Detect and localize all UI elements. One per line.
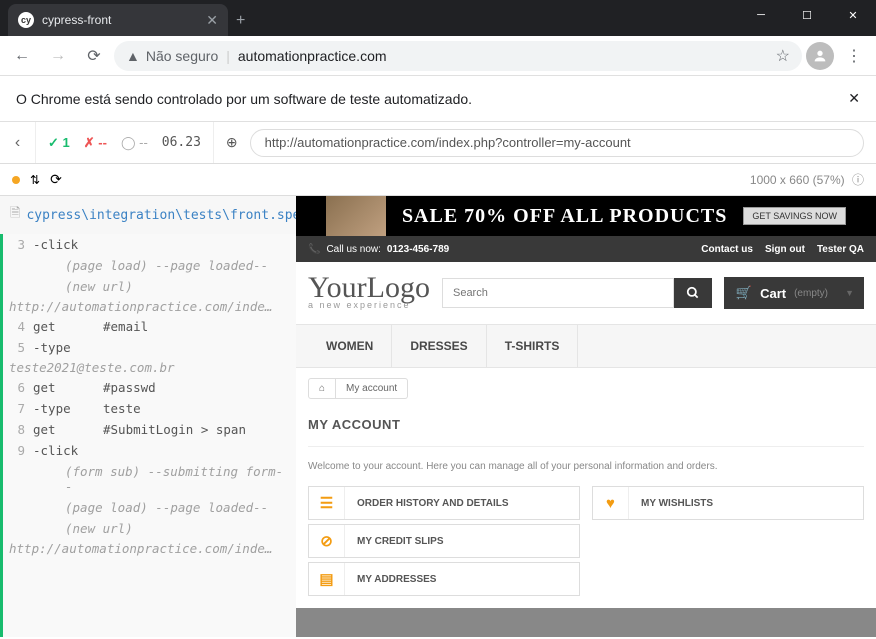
account-link-icon: ▤	[309, 563, 345, 595]
cypress-command-log: 🗎 cypress\integration\tests\front.spec.j…	[0, 196, 296, 637]
log-command[interactable]: 5-type	[3, 337, 296, 358]
log-event[interactable]: (form sub) --submitting form--	[3, 461, 296, 497]
nav-item[interactable]: T-SHIRTS	[487, 325, 579, 367]
log-command[interactable]: 9-click	[3, 440, 296, 461]
profile-avatar[interactable]	[806, 42, 834, 70]
browser-toolbar: ← → ⟳ ▲ Não seguro | automationpractice.…	[0, 36, 876, 76]
log-url[interactable]: http://automationpractice.com/inde…	[3, 539, 296, 558]
log-url[interactable]: http://automationpractice.com/inde…	[3, 297, 296, 316]
browser-menu-button[interactable]: ⋮	[838, 46, 870, 66]
nav-item[interactable]: DRESSES	[392, 325, 486, 367]
site-header: YourLogo a new experience 🛒 Cart (empty)…	[296, 262, 876, 324]
cypress-back-button[interactable]: ‹	[0, 122, 36, 163]
log-event[interactable]: (page load) --page loaded--	[3, 497, 296, 518]
search-button[interactable]	[674, 278, 712, 308]
page-title: MY ACCOUNT	[308, 409, 864, 447]
log-command[interactable]: 4get#email	[3, 316, 296, 337]
breadcrumb: ⌂ My account	[296, 368, 876, 409]
cypress-header: ‹ ✓ 1 ✗ -- ◯ -- 06.23 ⊕ http://automatio…	[0, 122, 876, 164]
cypress-subheader: ⇅ ⟳ 1000 x 660 (57%) ⓘ	[0, 164, 876, 196]
app-url-display[interactable]: http://automationpractice.com/index.php?…	[250, 129, 864, 157]
nav-item[interactable]: WOMEN	[308, 325, 392, 367]
address-bar[interactable]: ▲ Não seguro | automationpractice.com ☆	[114, 41, 802, 71]
phone-icon: 📞	[308, 244, 320, 255]
viewport-scale: (57%)	[813, 173, 845, 187]
info-icon[interactable]: ⓘ	[852, 173, 864, 187]
automation-banner: O Chrome está sendo controlado por um so…	[0, 76, 876, 122]
viewport-size: 1000 x 660	[750, 173, 809, 187]
spec-file-path[interactable]: 🗎 cypress\integration\tests\front.spec.j…	[0, 196, 296, 234]
breadcrumb-current: My account	[336, 378, 408, 399]
pin-icon[interactable]: ⇅	[30, 173, 40, 187]
account-link-icon: ☰	[309, 487, 345, 519]
chevron-down-icon: ▼	[845, 288, 854, 298]
bookmark-icon[interactable]: ☆	[776, 46, 790, 66]
topbar-link[interactable]: Contact us	[701, 244, 753, 255]
window-minimize[interactable]: ─	[738, 0, 784, 30]
tab-title: cypress-front	[42, 13, 198, 27]
security-label: Não seguro	[146, 48, 218, 64]
log-command[interactable]: 7-typeteste	[3, 398, 296, 419]
account-link[interactable]: ⊘MY CREDIT SLIPS	[308, 524, 580, 558]
fail-count: ✗ --	[84, 135, 107, 151]
app-preview-pane: SALE 70% OFF ALL PRODUCTS GET SAVINGS NO…	[296, 196, 876, 637]
automation-text: O Chrome está sendo controlado por um so…	[16, 91, 472, 107]
test-time: 06.23	[162, 135, 201, 150]
log-url[interactable]: teste2021@teste.com.br	[3, 358, 296, 377]
refresh-icon[interactable]: ⟳	[50, 171, 62, 188]
nav-back-button[interactable]: ←	[6, 40, 38, 72]
window-maximize[interactable]: ☐	[784, 0, 830, 30]
promo-text: SALE 70% OFF ALL PRODUCTS	[402, 205, 727, 228]
log-event[interactable]: (new url)	[3, 276, 296, 297]
account-link[interactable]: ☰ORDER HISTORY AND DETAILS	[308, 486, 580, 520]
status-dot-icon	[12, 176, 20, 184]
tab-close-icon[interactable]: ✕	[206, 12, 218, 29]
selector-playground-icon[interactable]: ⊕	[226, 134, 238, 151]
breadcrumb-home[interactable]: ⌂	[308, 378, 336, 399]
cart-button[interactable]: 🛒 Cart (empty) ▼	[724, 277, 864, 309]
account-link-icon: ♥	[593, 487, 629, 519]
new-tab-button[interactable]: +	[236, 12, 245, 30]
account-link[interactable]: ▤MY ADDRESSES	[308, 562, 580, 596]
log-event[interactable]: (page load) --page loaded--	[3, 255, 296, 276]
welcome-text: Welcome to your account. Here you can ma…	[308, 447, 864, 486]
automation-close-icon[interactable]: ✕	[848, 90, 860, 107]
topbar-link[interactable]: Sign out	[765, 244, 805, 255]
promo-banner: SALE 70% OFF ALL PRODUCTS GET SAVINGS NO…	[296, 196, 876, 236]
nav-forward-button[interactable]: →	[42, 40, 74, 72]
search-input[interactable]	[442, 278, 674, 308]
log-command[interactable]: 6get#passwd	[3, 377, 296, 398]
log-command[interactable]: 8get#SubmitLogin > span	[3, 419, 296, 440]
pending-count: ◯ --	[121, 135, 148, 151]
url-text: automationpractice.com	[238, 48, 387, 64]
cart-icon: 🛒	[736, 285, 752, 301]
promo-image	[326, 196, 386, 236]
call-label: Call us now:	[326, 244, 380, 255]
account-link[interactable]: ♥MY WISHLISTS	[592, 486, 864, 520]
tab-favicon: cy	[18, 12, 34, 28]
log-event[interactable]: (new url)	[3, 518, 296, 539]
main-nav: WOMENDRESSEST-SHIRTS	[296, 324, 876, 368]
promo-cta-button[interactable]: GET SAVINGS NOW	[743, 207, 846, 225]
file-icon: 🗎	[10, 204, 20, 226]
site-logo[interactable]: YourLogo a new experience	[308, 276, 430, 310]
account-link-icon: ⊘	[309, 525, 345, 557]
nav-reload-button[interactable]: ⟳	[78, 40, 110, 72]
browser-tab[interactable]: cy cypress-front ✕	[8, 4, 228, 36]
window-close[interactable]: ✕	[830, 0, 876, 30]
phone-number: 0123-456-789	[387, 244, 449, 255]
topbar-link[interactable]: Tester QA	[817, 244, 864, 255]
log-command[interactable]: 3-click	[3, 234, 296, 255]
insecure-icon: ▲	[126, 48, 140, 64]
site-topbar: 📞 Call us now: 0123-456-789 Contact us Si…	[296, 236, 876, 262]
pass-count: ✓ 1	[48, 135, 70, 151]
window-titlebar: cy cypress-front ✕ + ─ ☐ ✕	[0, 0, 876, 36]
